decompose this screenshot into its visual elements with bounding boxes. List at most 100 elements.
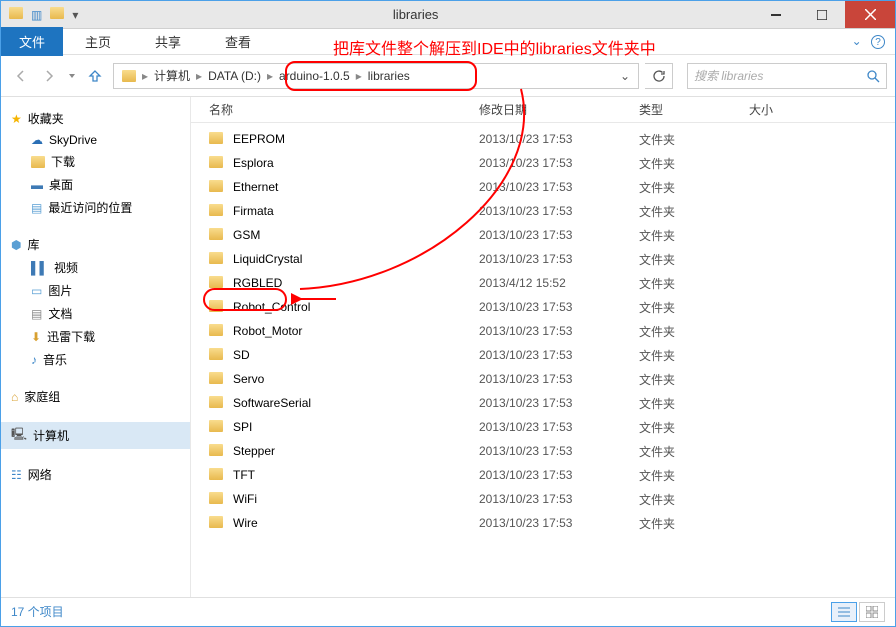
ribbon-expand-icon[interactable]: ⌄ ? bbox=[842, 34, 895, 50]
col-name[interactable]: 名称 bbox=[209, 101, 479, 118]
sidebar-item-label: 计算机 bbox=[33, 427, 69, 444]
sidebar-item-label: 网络 bbox=[28, 466, 52, 483]
col-type[interactable]: 类型 bbox=[639, 101, 749, 118]
search-icon[interactable] bbox=[866, 69, 880, 83]
up-button[interactable] bbox=[83, 64, 107, 88]
file-row[interactable]: SD2013/10/23 17:53文件夹 bbox=[191, 343, 895, 367]
sidebar-item-thunder[interactable]: ⬇迅雷下载 bbox=[1, 325, 190, 348]
breadcrumb-seg[interactable]: libraries bbox=[364, 69, 414, 83]
file-row[interactable]: WiFi2013/10/23 17:53文件夹 bbox=[191, 487, 895, 511]
folder-icon bbox=[209, 180, 227, 195]
chevron-right-icon[interactable]: ▸ bbox=[140, 69, 150, 83]
folder-icon bbox=[209, 324, 227, 339]
music-icon: ♪ bbox=[31, 353, 37, 367]
file-row[interactable]: Wire2013/10/23 17:53文件夹 bbox=[191, 511, 895, 535]
column-headers[interactable]: 名称 修改日期 类型 大小 bbox=[191, 97, 895, 123]
search-box[interactable] bbox=[687, 63, 887, 89]
folder-icon bbox=[209, 396, 227, 411]
file-type: 文件夹 bbox=[639, 299, 749, 316]
sidebar-item-videos[interactable]: ▌▌视频 bbox=[1, 256, 190, 279]
star-icon: ★ bbox=[11, 112, 22, 126]
breadcrumb-seg[interactable]: DATA (D:) bbox=[204, 69, 265, 83]
view-icons-button[interactable] bbox=[859, 602, 885, 622]
ribbon-tab-view[interactable]: 查看 bbox=[203, 27, 273, 56]
sidebar-item-music[interactable]: ♪音乐 bbox=[1, 348, 190, 371]
file-row[interactable]: Esplora2013/10/23 17:53文件夹 bbox=[191, 151, 895, 175]
col-date[interactable]: 修改日期 bbox=[479, 101, 639, 118]
folder-icon bbox=[209, 468, 227, 483]
breadcrumb-seg[interactable]: arduino-1.0.5 bbox=[275, 69, 354, 83]
properties-icon[interactable]: ▥ bbox=[31, 8, 42, 22]
file-row[interactable]: EEPROM2013/10/23 17:53文件夹 bbox=[191, 127, 895, 151]
ribbon-tab-share[interactable]: 共享 bbox=[133, 27, 203, 56]
folder-icon bbox=[209, 300, 227, 315]
breadcrumb-seg[interactable]: 计算机 bbox=[150, 67, 194, 84]
history-dropdown-icon[interactable] bbox=[65, 64, 79, 88]
ribbon-file-tab[interactable]: 文件 bbox=[1, 27, 63, 56]
picture-icon: ▭ bbox=[31, 284, 42, 298]
file-row[interactable]: Robot_Motor2013/10/23 17:53文件夹 bbox=[191, 319, 895, 343]
file-row[interactable]: SPI2013/10/23 17:53文件夹 bbox=[191, 415, 895, 439]
file-row[interactable]: RGBLED2013/4/12 15:52文件夹 bbox=[191, 271, 895, 295]
search-input[interactable] bbox=[694, 69, 866, 83]
file-row[interactable]: LiquidCrystal2013/10/23 17:53文件夹 bbox=[191, 247, 895, 271]
sidebar-item-pictures[interactable]: ▭ 图片 bbox=[1, 279, 190, 302]
back-button[interactable] bbox=[9, 64, 33, 88]
file-row[interactable]: Servo2013/10/23 17:53文件夹 bbox=[191, 367, 895, 391]
sidebar-libraries[interactable]: ⬢库 bbox=[1, 233, 190, 256]
file-name: Robot_Control bbox=[233, 300, 479, 314]
sidebar-item-desktop[interactable]: ▬桌面 bbox=[1, 173, 190, 196]
sidebar-favorites[interactable]: ★收藏夹 bbox=[1, 107, 190, 130]
file-name: Robot_Motor bbox=[233, 324, 479, 338]
folder-icon[interactable] bbox=[9, 7, 23, 22]
file-name: SD bbox=[233, 348, 479, 362]
file-name: GSM bbox=[233, 228, 479, 242]
forward-button[interactable] bbox=[37, 64, 61, 88]
sidebar-item-label: 迅雷下载 bbox=[47, 328, 95, 345]
maximize-button[interactable] bbox=[799, 1, 845, 28]
chevron-right-icon[interactable]: ▸ bbox=[194, 69, 204, 83]
folder-icon bbox=[209, 420, 227, 435]
minimize-button[interactable] bbox=[753, 1, 799, 28]
recent-icon: ▤ bbox=[31, 201, 42, 215]
file-type: 文件夹 bbox=[639, 419, 749, 436]
file-date: 2013/10/23 17:53 bbox=[479, 396, 639, 410]
file-row[interactable]: Stepper2013/10/23 17:53文件夹 bbox=[191, 439, 895, 463]
sidebar-item-skydrive[interactable]: ☁SkyDrive bbox=[1, 130, 190, 150]
file-name: Esplora bbox=[233, 156, 479, 170]
view-details-button[interactable] bbox=[831, 602, 857, 622]
col-size[interactable]: 大小 bbox=[749, 101, 829, 118]
file-row[interactable]: Firmata2013/10/23 17:53文件夹 bbox=[191, 199, 895, 223]
file-date: 2013/10/23 17:53 bbox=[479, 468, 639, 482]
sidebar-item-label: 库 bbox=[27, 236, 39, 253]
sidebar-item-downloads[interactable]: 下载 bbox=[1, 150, 190, 173]
file-row[interactable]: SoftwareSerial2013/10/23 17:53文件夹 bbox=[191, 391, 895, 415]
file-date: 2013/10/23 17:53 bbox=[479, 420, 639, 434]
file-row[interactable]: GSM2013/10/23 17:53文件夹 bbox=[191, 223, 895, 247]
sidebar-network[interactable]: ☷ 网络 bbox=[1, 463, 190, 486]
file-date: 2013/10/23 17:53 bbox=[479, 372, 639, 386]
folder-icon bbox=[31, 156, 45, 168]
file-date: 2013/10/23 17:53 bbox=[479, 252, 639, 266]
library-icon: ⬢ bbox=[11, 238, 21, 252]
file-row[interactable]: Robot_Control2013/10/23 17:53文件夹 bbox=[191, 295, 895, 319]
file-row[interactable]: TFT2013/10/23 17:53文件夹 bbox=[191, 463, 895, 487]
refresh-button[interactable] bbox=[645, 63, 673, 89]
ribbon-tab-home[interactable]: 主页 bbox=[63, 27, 133, 56]
sidebar-homegroup[interactable]: ⌂家庭组 bbox=[1, 385, 190, 408]
sidebar-item-recent[interactable]: ▤ 最近访问的位置 bbox=[1, 196, 190, 219]
close-button[interactable] bbox=[845, 1, 895, 28]
breadcrumb[interactable]: ▸ 计算机 ▸ DATA (D:) ▸ arduino-1.0.5 ▸ libr… bbox=[113, 63, 639, 89]
network-icon: ☷ bbox=[11, 468, 22, 482]
file-row[interactable]: Ethernet2013/10/23 17:53文件夹 bbox=[191, 175, 895, 199]
open-icon[interactable] bbox=[50, 7, 64, 22]
address-dropdown-icon[interactable]: ⌄ bbox=[612, 69, 638, 83]
window-controls bbox=[753, 1, 895, 28]
sidebar-item-label: 图片 bbox=[48, 282, 72, 299]
chevron-right-icon[interactable]: ▸ bbox=[354, 69, 364, 83]
sidebar-item-documents[interactable]: ▤文档 bbox=[1, 302, 190, 325]
folder-icon bbox=[209, 132, 227, 147]
chevron-right-icon[interactable]: ▸ bbox=[265, 69, 275, 83]
sidebar-item-label: 最近访问的位置 bbox=[48, 199, 132, 216]
sidebar-computer[interactable]: 🖳计算机 bbox=[1, 422, 190, 449]
